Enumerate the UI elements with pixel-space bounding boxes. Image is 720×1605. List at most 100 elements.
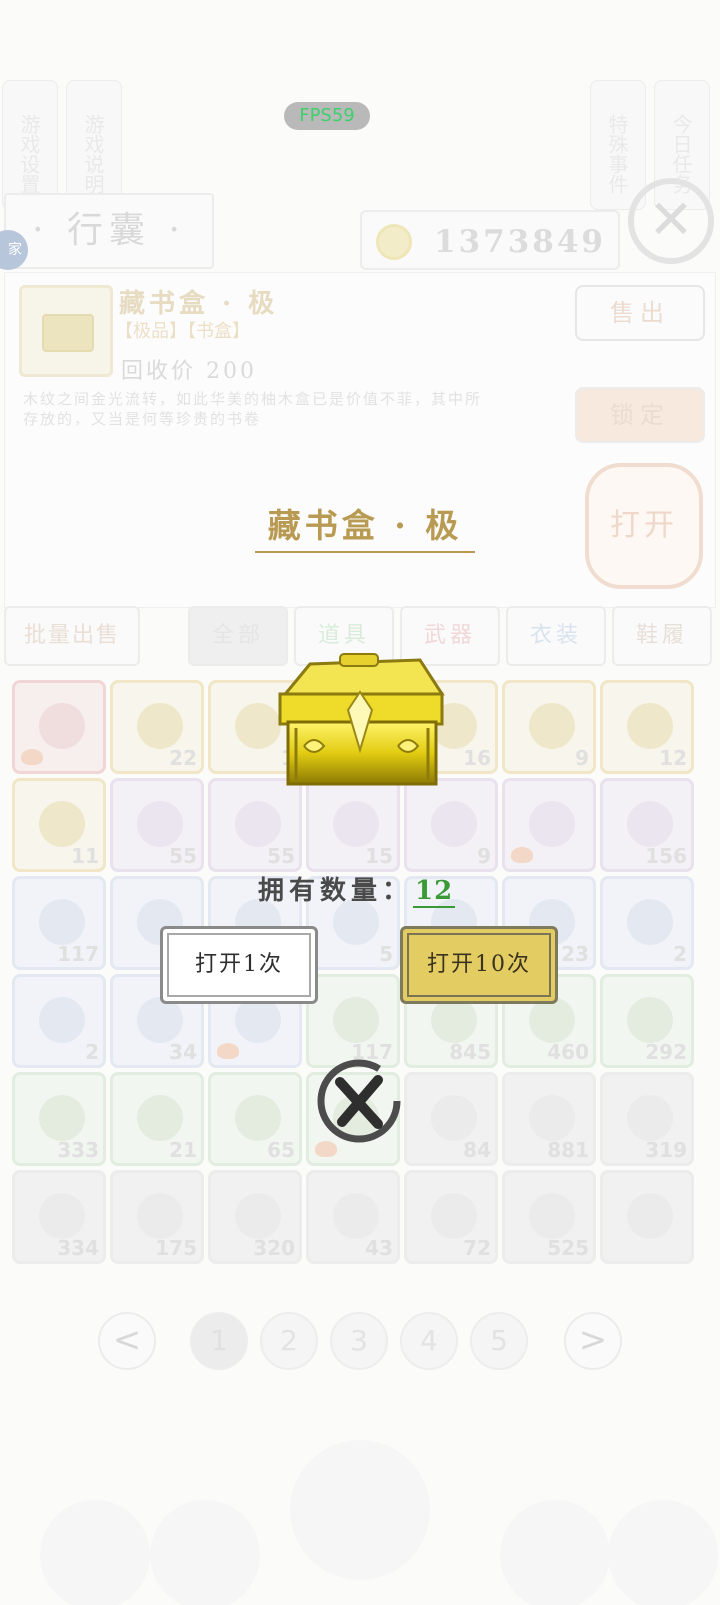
- open-item-button[interactable]: 打开: [585, 463, 703, 589]
- close-bag-icon[interactable]: ✕: [628, 178, 714, 264]
- next-page-button[interactable]: >: [564, 1312, 622, 1370]
- side-tab-special-events[interactable]: 特殊事件: [590, 80, 646, 210]
- fps-counter: FPS59: [284, 102, 370, 130]
- item-icon: [529, 1095, 575, 1141]
- page-button[interactable]: 2: [260, 1312, 318, 1370]
- item-count: 34: [169, 1040, 197, 1064]
- bag-title: · 行囊 ·: [4, 193, 214, 269]
- bottom-decor: [608, 1500, 718, 1605]
- bottom-decor: [40, 1500, 150, 1605]
- owned-count: 12: [413, 876, 456, 908]
- item-count: 292: [645, 1040, 687, 1064]
- inventory-slot[interactable]: 65: [208, 1072, 302, 1166]
- item-icon: [39, 1193, 85, 1239]
- inventory-slot[interactable]: 2: [12, 974, 106, 1068]
- item-icon: [333, 801, 379, 847]
- item-icon: [431, 1193, 477, 1239]
- prev-page-button[interactable]: <: [98, 1312, 156, 1370]
- close-modal-icon[interactable]: [312, 1054, 406, 1148]
- money-value: 1373849: [434, 224, 606, 260]
- open-once-button[interactable]: 打开1次: [160, 926, 318, 1004]
- page-button[interactable]: 1: [190, 1312, 248, 1370]
- inventory-slot[interactable]: [600, 1170, 694, 1264]
- item-count: 845: [449, 1040, 491, 1064]
- owned-count-row: 拥有数量：12: [258, 870, 456, 908]
- side-tab-game-settings[interactable]: 游戏设置: [2, 80, 58, 210]
- item-count: 21: [169, 1138, 197, 1162]
- item-icon: [235, 801, 281, 847]
- inventory-slot[interactable]: 21: [110, 1072, 204, 1166]
- item-icon: [235, 1095, 281, 1141]
- item-icon: [39, 1095, 85, 1141]
- bulk-sell-button[interactable]: 批量出售: [4, 606, 140, 666]
- tab-shoes[interactable]: 鞋履: [612, 606, 712, 666]
- tab-clothing[interactable]: 衣装: [506, 606, 606, 666]
- inventory-slot[interactable]: 334: [12, 1170, 106, 1264]
- item-count: 5: [379, 942, 393, 966]
- item-count: 65: [267, 1138, 295, 1162]
- inventory-slot[interactable]: 72: [404, 1170, 498, 1264]
- item-icon: [333, 997, 379, 1043]
- inventory-slot[interactable]: 292: [600, 974, 694, 1068]
- inventory-slot[interactable]: 175: [110, 1170, 204, 1264]
- item-icon: [627, 801, 673, 847]
- item-count: 23: [561, 942, 589, 966]
- inventory-slot[interactable]: 55: [208, 778, 302, 872]
- item-count: 16: [463, 746, 491, 770]
- item-icon: [529, 1193, 575, 1239]
- item-count: 72: [463, 1236, 491, 1260]
- item-icon: [137, 1193, 183, 1239]
- inventory-slot[interactable]: 525: [502, 1170, 596, 1264]
- inventory-slot[interactable]: [502, 778, 596, 872]
- item-thumbnail: [19, 285, 113, 377]
- inventory-slot[interactable]: 9: [502, 680, 596, 774]
- inventory-slot[interactable]: 55: [110, 778, 204, 872]
- inventory-slot[interactable]: 11: [12, 778, 106, 872]
- item-icon: [529, 703, 575, 749]
- item-count: 9: [477, 844, 491, 868]
- item-icon: [235, 1193, 281, 1239]
- new-tag-icon: [21, 749, 43, 765]
- sell-button[interactable]: 售出: [575, 285, 705, 341]
- inventory-slot[interactable]: 156: [600, 778, 694, 872]
- inventory-slot[interactable]: [12, 680, 106, 774]
- inventory-slot[interactable]: 43: [306, 1170, 400, 1264]
- item-icon: [431, 1095, 477, 1141]
- inventory-slot[interactable]: 15: [306, 778, 400, 872]
- inventory-slot[interactable]: 320: [208, 1170, 302, 1264]
- page-button[interactable]: 4: [400, 1312, 458, 1370]
- item-count: 319: [645, 1138, 687, 1162]
- item-count: 55: [267, 844, 295, 868]
- item-count: 11: [71, 844, 99, 868]
- item-count: 22: [169, 746, 197, 770]
- item-count: 55: [169, 844, 197, 868]
- money-display: 1373849: [360, 210, 620, 270]
- item-count: 881: [547, 1138, 589, 1162]
- new-tag-icon: [217, 1043, 239, 1059]
- item-count: 12: [659, 746, 687, 770]
- side-tab-game-guide[interactable]: 游戏说明: [66, 80, 122, 210]
- item-count: 15: [365, 844, 393, 868]
- page-button[interactable]: 5: [470, 1312, 528, 1370]
- item-count: 9: [575, 746, 589, 770]
- item-icon: [137, 1095, 183, 1141]
- page-button[interactable]: 3: [330, 1312, 388, 1370]
- item-count: 320: [253, 1236, 295, 1260]
- item-icon: [529, 801, 575, 847]
- inventory-slot[interactable]: 319: [600, 1072, 694, 1166]
- open-ten-button[interactable]: 打开10次: [400, 926, 558, 1004]
- inventory-slot[interactable]: 84: [404, 1072, 498, 1166]
- item-count: 84: [463, 1138, 491, 1162]
- inventory-slot[interactable]: 2: [600, 876, 694, 970]
- inventory-slot[interactable]: 117: [12, 876, 106, 970]
- item-icon: [627, 1095, 673, 1141]
- inventory-slot[interactable]: 881: [502, 1072, 596, 1166]
- inventory-slot[interactable]: 9: [404, 778, 498, 872]
- inventory-slot[interactable]: 12: [600, 680, 694, 774]
- item-icon: [333, 1193, 379, 1239]
- inventory-slot[interactable]: 22: [110, 680, 204, 774]
- inventory-slot[interactable]: 333: [12, 1072, 106, 1166]
- book-box-icon: [42, 314, 94, 352]
- owned-label: 拥有数量：: [258, 876, 414, 906]
- lock-button[interactable]: 锁定: [575, 387, 705, 443]
